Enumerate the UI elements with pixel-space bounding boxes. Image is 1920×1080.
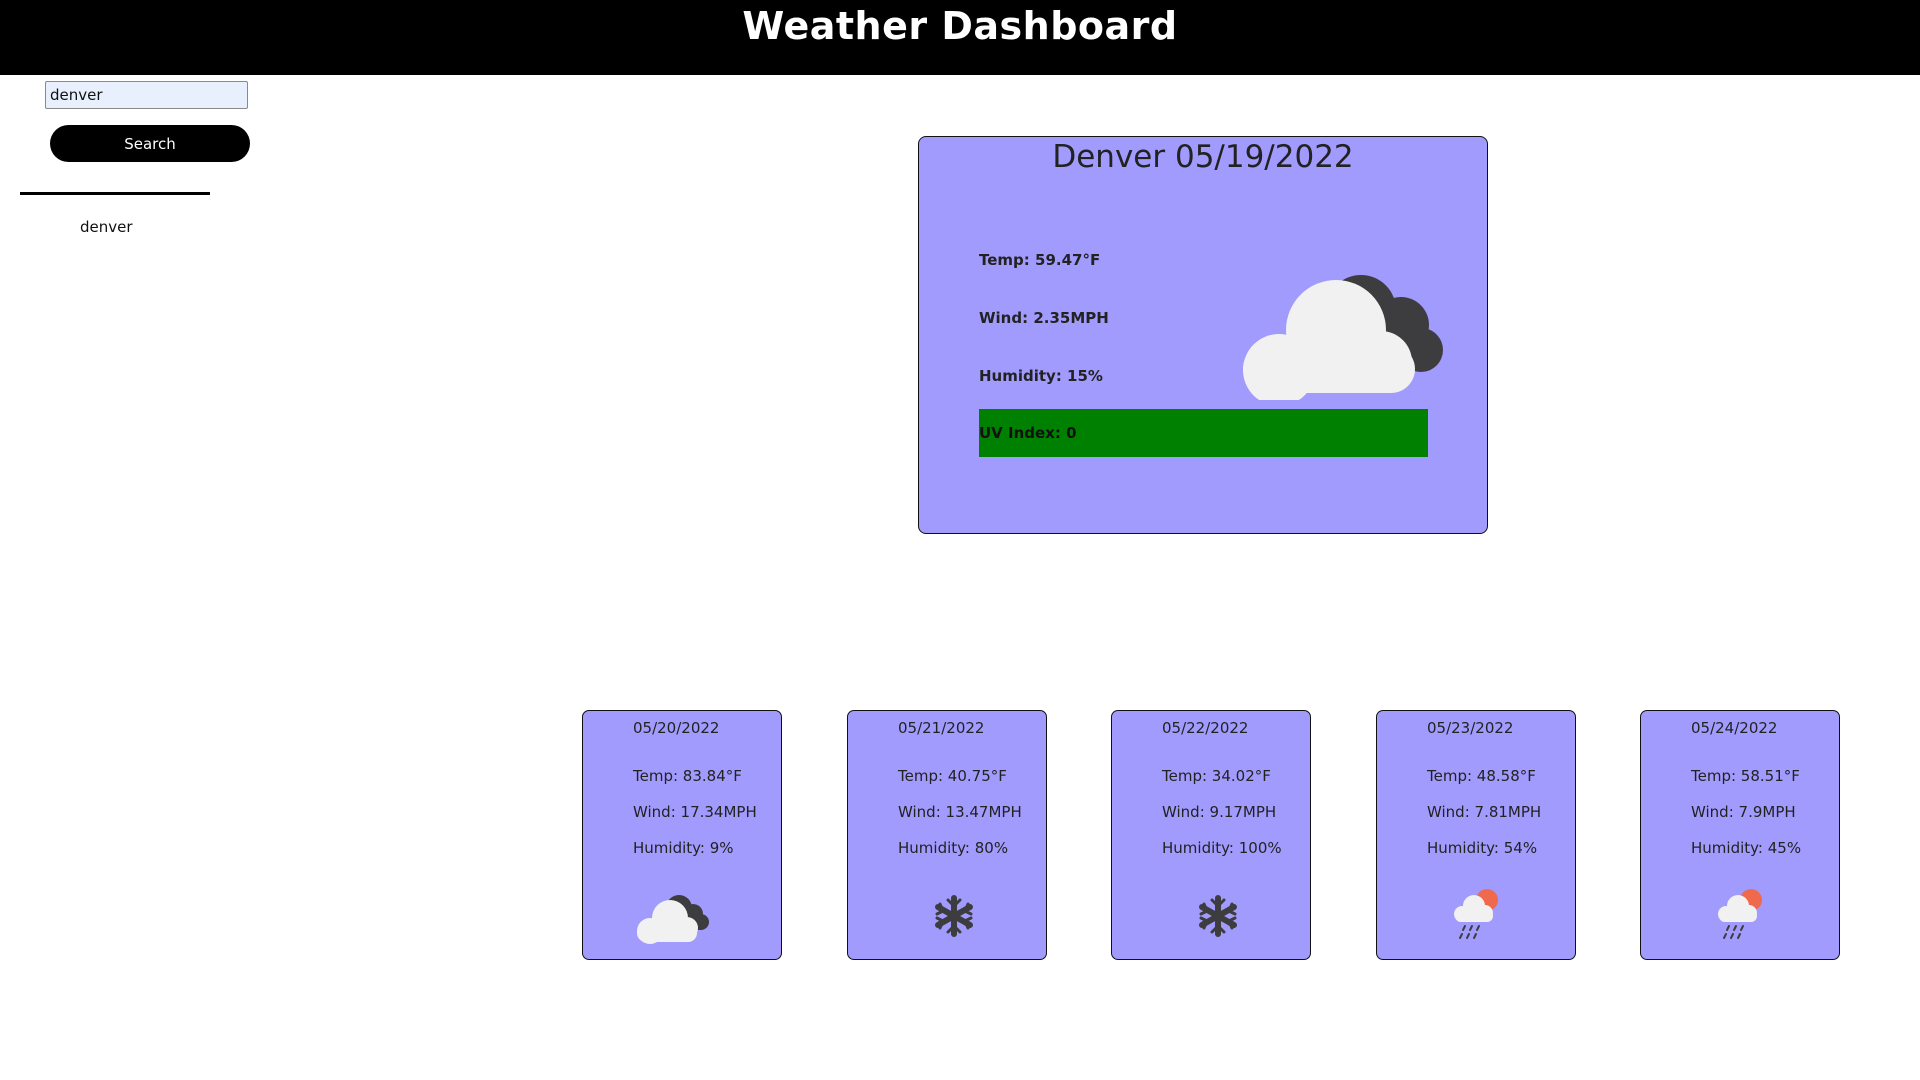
cloudy-icon [637,895,709,944]
current-wind: Wind: 2.35MPH [979,309,1109,327]
forecast-wind: Wind: 7.9MPH [1691,803,1796,821]
current-temp: Temp: 59.47°F [979,251,1101,269]
forecast-temp: Temp: 48.58°F [1427,767,1536,785]
forecast-humidity: Humidity: 80% [898,839,1009,857]
uv-index-text: UV Index: 0 [979,424,1077,442]
search-button[interactable]: Search [50,125,250,162]
forecast-date: 05/23/2022 [1427,719,1514,737]
forecast-card: 05/21/2022 Temp: 40.75°F Wind: 13.47MPH … [847,710,1047,960]
forecast-humidity: Humidity: 9% [633,839,734,857]
forecast-temp: Temp: 58.51°F [1691,767,1800,785]
forecast-card: 05/20/2022 Temp: 83.84°F Wind: 17.34MPH … [582,710,782,960]
partly-cloudy-icon [1243,275,1443,400]
forecast-wind: Wind: 9.17MPH [1162,803,1277,821]
rain-sun-icon [1718,889,1762,939]
forecast-wind: Wind: 13.47MPH [898,803,1022,821]
forecast-date: 05/21/2022 [898,719,985,737]
forecast-date: 05/22/2022 [1162,719,1249,737]
forecast-temp: Temp: 34.02°F [1162,767,1271,785]
forecast-humidity: Humidity: 45% [1691,839,1802,857]
forecast-card: 05/24/2022 Temp: 58.51°F Wind: 7.9MPH Hu… [1640,710,1840,960]
forecast-card: 05/23/2022 Temp: 48.58°F Wind: 7.81MPH H… [1376,710,1576,960]
forecast-humidity: Humidity: 54% [1427,839,1538,857]
page-header: Weather Dashboard [0,0,1920,75]
page-title: Weather Dashboard [742,3,1178,48]
forecast-card: 05/22/2022 Temp: 34.02°F Wind: 9.17MPH H… [1111,710,1311,960]
forecast-wind: Wind: 17.34MPH [633,803,757,821]
forecast-date: 05/24/2022 [1691,719,1778,737]
current-weather-card: Denver 05/19/2022 Temp: 59.47°F Wind: 2.… [918,136,1488,534]
forecast-wind: Wind: 7.81MPH [1427,803,1542,821]
uv-index-bar: UV Index: 0 [979,409,1428,457]
history-item-denver[interactable]: denver [80,218,133,236]
forecast-temp: Temp: 83.84°F [633,767,742,785]
snow-icon [935,895,973,937]
current-humidity: Humidity: 15% [979,367,1103,385]
snow-icon [1199,895,1237,937]
current-city-date: Denver 05/19/2022 [1052,139,1354,175]
search-divider [20,192,210,195]
forecast-humidity: Humidity: 100% [1162,839,1282,857]
city-search-input[interactable] [45,81,248,109]
forecast-date: 05/20/2022 [633,719,720,737]
forecast-temp: Temp: 40.75°F [898,767,1007,785]
rain-sun-icon [1454,889,1498,939]
